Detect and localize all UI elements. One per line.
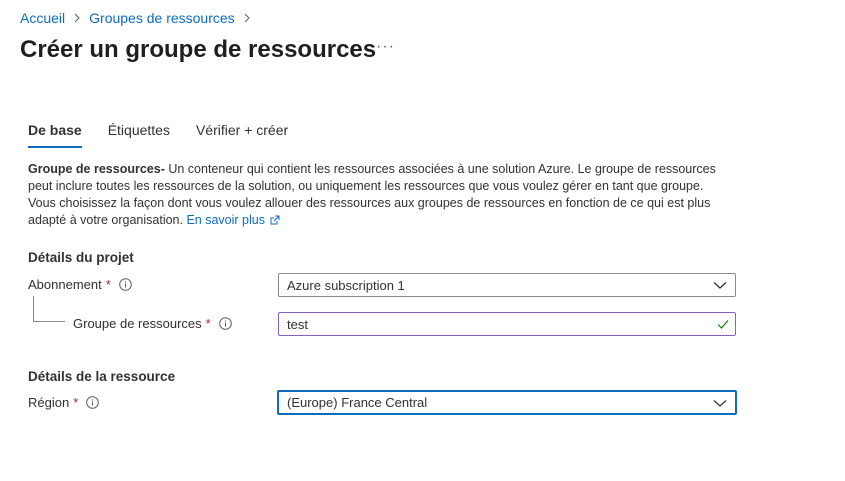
region-value: (Europe) France Central (287, 395, 428, 410)
chevron-down-icon (713, 399, 727, 407)
subscription-label-text: Abonnement (28, 277, 102, 292)
region-dropdown[interactable]: (Europe) France Central (277, 390, 737, 415)
resource-group-value[interactable]: test (287, 317, 717, 332)
tab-tags[interactable]: Étiquettes (108, 122, 170, 148)
tree-connector (33, 321, 65, 322)
info-icon[interactable] (86, 396, 100, 409)
learn-more-label[interactable]: En savoir plus (186, 213, 265, 227)
description-bold: Groupe de ressources- (28, 162, 165, 176)
resource-group-label: Groupe de ressources * (73, 316, 232, 331)
tree-connector (33, 296, 34, 321)
subscription-value: Azure subscription 1 (287, 277, 405, 293)
description: Groupe de ressources- Un conteneur qui c… (28, 161, 728, 229)
resource-details-heading: Détails de la ressource (28, 369, 176, 384)
region-label-text: Région (28, 395, 70, 410)
subscription-dropdown[interactable]: Azure subscription 1 (278, 273, 736, 297)
required-mark: * (73, 395, 79, 410)
region-label: Région * (28, 395, 100, 410)
chevron-down-icon (713, 282, 727, 289)
tab-basics[interactable]: De base (28, 122, 82, 148)
subscription-label: Abonnement * (28, 277, 132, 292)
breadcrumb-home-link[interactable]: Accueil (20, 10, 65, 26)
external-link-icon (270, 215, 280, 225)
chevron-right-icon (244, 13, 250, 23)
resource-group-input[interactable]: test (278, 312, 736, 336)
info-icon[interactable] (118, 278, 132, 291)
required-mark: * (105, 277, 111, 292)
breadcrumb-resource-groups-link[interactable]: Groupes de ressources (89, 10, 235, 26)
checkmark-icon (717, 320, 729, 329)
tab-bar: De base Étiquettes Vérifier + créer (28, 122, 314, 148)
more-options-button[interactable]: ··· (376, 38, 395, 56)
project-details-heading: Détails du projet (28, 250, 134, 265)
learn-more-link[interactable]: En savoir plus (186, 213, 280, 227)
info-icon[interactable] (218, 317, 232, 330)
chevron-right-icon (74, 13, 80, 23)
page-title: Créer un groupe de ressources (20, 36, 377, 63)
resource-group-label-text: Groupe de ressources (73, 316, 202, 331)
breadcrumb: Accueil Groupes de ressources (20, 10, 259, 26)
required-mark: * (205, 316, 211, 331)
tab-review-create[interactable]: Vérifier + créer (196, 122, 288, 148)
